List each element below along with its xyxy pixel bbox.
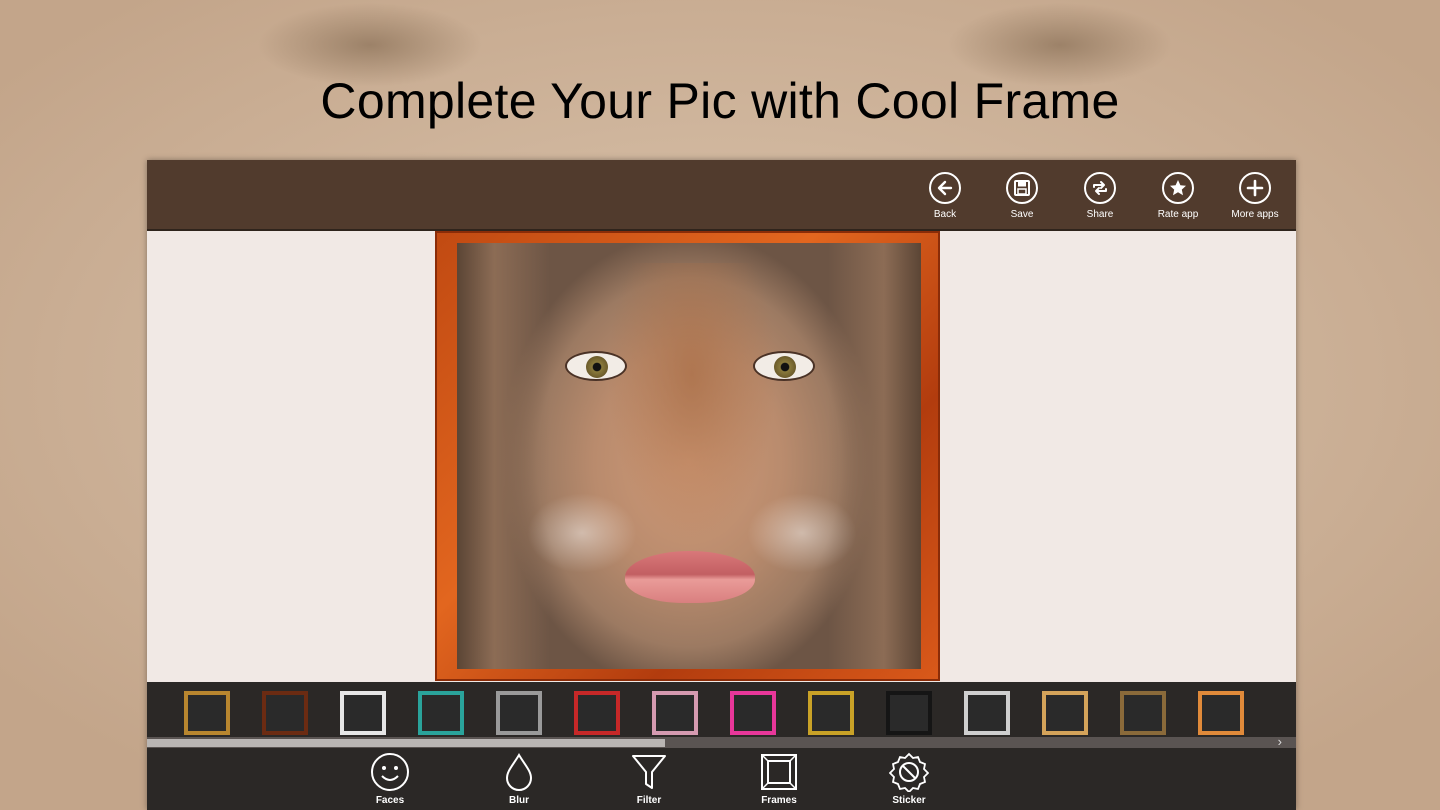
rate-app-label: Rate app — [1157, 209, 1199, 220]
frame-thumbnail-dotted-frame[interactable] — [964, 691, 1010, 735]
frames-tool[interactable]: Frames — [744, 752, 814, 810]
frame-icon — [761, 754, 797, 790]
frames-label: Frames — [761, 795, 797, 806]
smiley-icon — [371, 753, 409, 791]
frame-thumbnail-pink-outline-frame[interactable] — [652, 691, 698, 735]
frame-thumbnail-film-frame[interactable] — [1042, 691, 1088, 735]
right-whiskers — [747, 493, 857, 573]
back-button[interactable]: Back — [910, 172, 980, 227]
faces-tool[interactable]: Faces — [355, 752, 425, 810]
app-window: Back Save Share Rate app More apps › Fac… — [147, 160, 1296, 810]
plus-icon — [1239, 172, 1271, 204]
frame-thumbnail-pink-frame[interactable] — [730, 691, 776, 735]
filter-label: Filter — [636, 795, 662, 806]
back-label: Back — [933, 209, 957, 220]
save-icon — [1006, 172, 1038, 204]
funnel-icon — [632, 755, 666, 789]
promo-headline: Complete Your Pic with Cool Frame — [320, 73, 1120, 129]
bottom-toolbar: Faces Blur Filter Frames Sticker — [147, 748, 1296, 810]
sticker-label: Sticker — [892, 795, 926, 806]
editor-canvas — [147, 231, 1296, 682]
blur-label: Blur — [509, 795, 529, 806]
faces-label: Faces — [375, 795, 405, 806]
frame-thumbnail-white-frame[interactable] — [340, 691, 386, 735]
star-icon — [1162, 172, 1194, 204]
wood-frame[interactable] — [435, 231, 940, 681]
save-button[interactable]: Save — [987, 172, 1057, 227]
share-label: Share — [1086, 209, 1114, 220]
frame-thumbnail-gold-frame[interactable] — [184, 691, 230, 735]
frame-thumbnail-black-frame[interactable] — [886, 691, 932, 735]
frame-thumbnail-teal-frame[interactable] — [418, 691, 464, 735]
badge-icon — [889, 752, 929, 792]
right-eye — [753, 351, 815, 381]
share-icon — [1084, 172, 1116, 204]
more-apps-label: More apps — [1231, 209, 1279, 220]
save-label: Save — [1010, 209, 1034, 220]
edited-photo[interactable] — [457, 243, 921, 669]
drop-icon — [505, 753, 533, 791]
lips — [625, 551, 755, 603]
rate-app-button[interactable]: Rate app — [1143, 172, 1213, 227]
frame-thumbnail-bronze-frame[interactable] — [1120, 691, 1166, 735]
left-eye — [565, 351, 627, 381]
frame-thumbnail-red-frame[interactable] — [574, 691, 620, 735]
frame-thumbnail-multicolor-frame[interactable] — [808, 691, 854, 735]
left-whiskers — [527, 493, 637, 573]
top-app-bar: Back Save Share Rate app More apps — [147, 160, 1296, 231]
blur-tool[interactable]: Blur — [484, 752, 554, 810]
more-apps-button[interactable]: More apps — [1220, 172, 1290, 227]
scrollbar-thumb[interactable] — [147, 739, 665, 747]
share-button[interactable]: Share — [1065, 172, 1135, 227]
frame-thumbnail-silver-frame[interactable] — [496, 691, 542, 735]
back-arrow-icon — [929, 172, 961, 204]
sticker-tool[interactable]: Sticker — [874, 752, 944, 810]
chevron-right-icon[interactable]: › — [1278, 734, 1282, 749]
frames-strip[interactable] — [147, 682, 1296, 737]
filter-tool[interactable]: Filter — [614, 752, 684, 810]
frames-scrollbar[interactable]: › — [147, 734, 1296, 749]
frame-thumbnail-orange-frame[interactable] — [1198, 691, 1244, 735]
frame-thumbnail-brown-frame[interactable] — [262, 691, 308, 735]
